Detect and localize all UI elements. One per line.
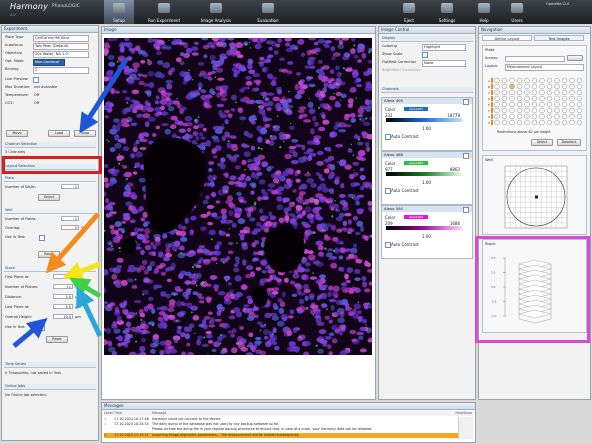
arrow-green-planes [69, 277, 102, 299]
arrow-yellow-first-plane [62, 261, 101, 281]
arrow-cyan-distance [76, 286, 103, 338]
arrow-blue-snap [79, 58, 129, 134]
annotation-arrows [12, 58, 129, 348]
arrow-blue-use-in-test [12, 317, 48, 348]
arrow-orange-stack [45, 212, 100, 274]
